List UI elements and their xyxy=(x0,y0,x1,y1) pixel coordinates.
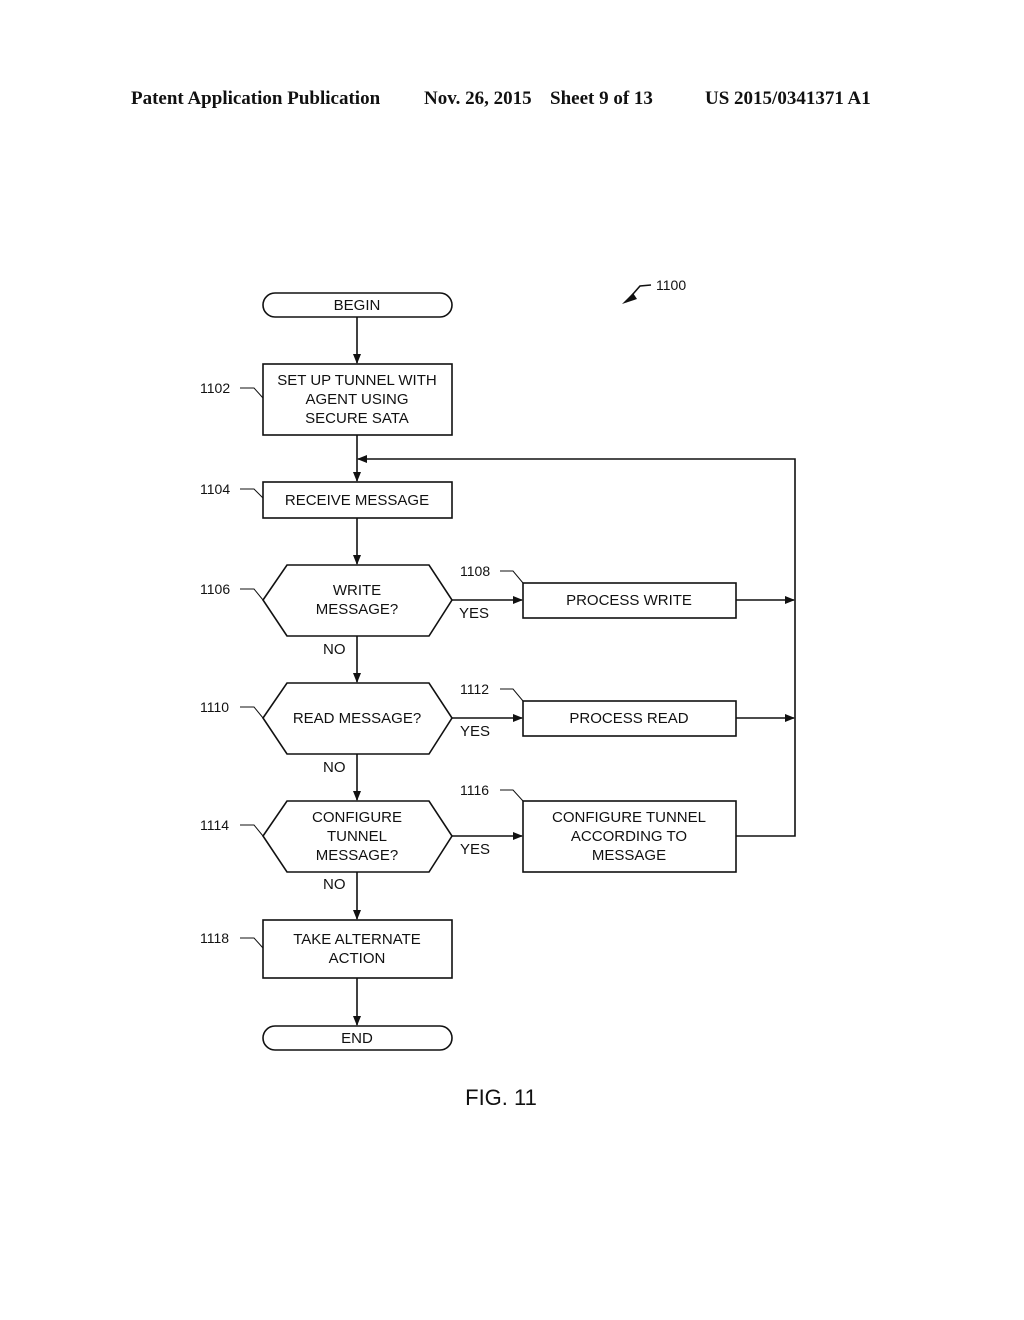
node-1116-line-1: CONFIGURE TUNNEL xyxy=(552,809,706,826)
node-1118-line-2: ACTION xyxy=(329,950,386,967)
ref-leader-1110 xyxy=(240,706,264,719)
yes-label-1114: YES xyxy=(460,841,490,858)
figure-ref-label: 1100 xyxy=(656,277,686,293)
ref-leader-1102 xyxy=(240,387,264,399)
node-1106-line-1: WRITE xyxy=(333,582,381,599)
node-1114-line-2: TUNNEL xyxy=(327,828,387,845)
ref-leader-1104 xyxy=(240,488,264,499)
figure-ref-arrowhead xyxy=(622,293,637,304)
ref-1104: 1104 xyxy=(200,481,230,497)
edge-loop-return xyxy=(357,455,796,837)
ref-1116: 1116 xyxy=(460,782,489,798)
ref-leader-1118 xyxy=(240,937,264,949)
ref-leader-1114 xyxy=(240,824,264,837)
no-label-1106: NO xyxy=(323,641,346,658)
begin-label: BEGIN xyxy=(334,297,381,314)
node-1112-label: PROCESS READ xyxy=(569,710,688,727)
ref-1110: 1110 xyxy=(200,699,229,715)
node-1114-line-1: CONFIGURE xyxy=(312,809,402,826)
yes-label-1110: YES xyxy=(460,723,490,740)
figure-label: FIG. 11 xyxy=(465,1085,537,1110)
ref-leader-1108 xyxy=(500,570,524,584)
node-1116-line-2: ACCORDING TO xyxy=(571,828,687,845)
node-1114-line-3: MESSAGE? xyxy=(316,847,399,864)
node-1118-line-1: TAKE ALTERNATE xyxy=(293,931,421,948)
ref-leader-1106 xyxy=(240,588,264,601)
node-1106-line-2: MESSAGE? xyxy=(316,601,399,618)
ref-1102: 1102 xyxy=(200,380,230,396)
yes-label-1106: YES xyxy=(459,605,489,622)
ref-1106: 1106 xyxy=(200,581,230,597)
ref-leader-1112 xyxy=(500,688,524,702)
node-1108-label: PROCESS WRITE xyxy=(566,592,692,609)
ref-1118: 1118 xyxy=(200,930,229,946)
process-box-1118 xyxy=(262,919,453,979)
ref-1108: 1108 xyxy=(460,563,490,579)
ref-1112: 1112 xyxy=(460,681,489,697)
node-1110-label: READ MESSAGE? xyxy=(293,710,421,727)
node-1104-label: RECEIVE MESSAGE xyxy=(285,492,429,509)
node-1102-line-3: SECURE SATA xyxy=(305,410,409,427)
end-label: END xyxy=(341,1030,373,1047)
node-1102-line-2: AGENT USING xyxy=(305,391,408,408)
node-1116-line-3: MESSAGE xyxy=(592,847,666,864)
flowchart: 1100 BEGIN SET UP TUNNEL WITH AGENT USIN… xyxy=(200,277,796,1110)
no-label-1114: NO xyxy=(323,876,346,893)
node-1102-line-1: SET UP TUNNEL WITH xyxy=(277,372,436,389)
no-label-1110: NO xyxy=(323,759,346,776)
ref-1114: 1114 xyxy=(200,817,229,833)
ref-leader-1116 xyxy=(500,789,524,802)
